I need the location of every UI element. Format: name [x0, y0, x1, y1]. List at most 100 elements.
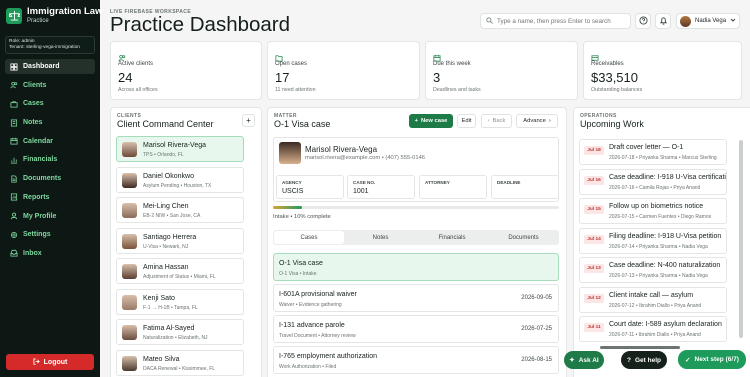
- tab-financials[interactable]: Financials: [417, 231, 487, 244]
- case-row[interactable]: I-131 advance parole Travel Document • At…: [273, 315, 559, 343]
- grid-icon: [10, 62, 18, 71]
- client-list-item[interactable]: Daniel Okonkwo Asylum Pending • Houston, …: [116, 166, 244, 193]
- edit-button[interactable]: Edit: [457, 114, 476, 128]
- task-item[interactable]: Jul 16 Case deadline: I-918 U-Visa certif…: [579, 168, 727, 195]
- tab-documents[interactable]: Documents: [489, 231, 559, 244]
- case-name: O-1 Visa case: [279, 260, 323, 267]
- logout-label: Logout: [43, 358, 68, 366]
- horizontal-scrollbar[interactable]: [600, 346, 680, 349]
- client-detail: Naturalization • Elizabeth, NJ: [143, 335, 208, 341]
- case-date: 2026-08-15: [521, 357, 552, 363]
- sidebar-item-reports[interactable]: Reports: [5, 190, 95, 205]
- check-icon: ✓: [685, 356, 691, 364]
- next-step-button[interactable]: ✓ Next step (6/7): [678, 350, 746, 369]
- case-row[interactable]: I-601A provisional waiver Waiver • Eviden…: [273, 284, 559, 312]
- task-date-badge: Jul 16: [584, 175, 604, 185]
- sidebar-item-clients[interactable]: Clients: [5, 78, 95, 93]
- client-name: Daniel Okonkwo: [143, 172, 194, 180]
- task-date-badge: Jul 11: [584, 323, 604, 332]
- field-label: AGENCY: [282, 180, 302, 185]
- sidebar-item-cases[interactable]: Cases: [5, 96, 95, 111]
- scrollbar[interactable]: [739, 140, 743, 338]
- task-name: Case deadline: I-918 U-Visa certificatio…: [609, 173, 727, 181]
- sidebar-item-calendar[interactable]: Calendar: [5, 134, 95, 149]
- client-detail: F-1 → H-1B • Tampa, FL: [143, 304, 198, 311]
- client-detail: Asylum Pending • Houston, TX: [143, 182, 212, 189]
- sidebar-item-label: Documents: [23, 175, 62, 183]
- client-name: Marisol Rivera-Vega: [305, 145, 378, 154]
- add-client-button[interactable]: +: [242, 114, 255, 127]
- stat-value: 3: [433, 70, 441, 85]
- client-detail: Adjustment of Status • Miami, FL: [143, 274, 216, 280]
- task-name: Follow up on biometrics notice: [609, 203, 704, 210]
- case-detail: Travel Document • Attorney review: [279, 333, 356, 339]
- case-row[interactable]: O-1 Visa case O-1 Visa • Intake: [273, 253, 559, 281]
- notifications-button[interactable]: [655, 13, 671, 29]
- role-box: Role: admin Tenant: sterling-vega-immigr…: [5, 36, 95, 54]
- sidebar-item-label: Clients: [23, 81, 47, 89]
- client-list-item[interactable]: Amina Hassan Adjustment of Status • Miami…: [116, 258, 244, 284]
- get-help-label: Get help: [634, 356, 661, 364]
- new-case-button[interactable]: + New case: [409, 114, 453, 128]
- sidebar-item-inbox[interactable]: Inbox: [5, 246, 95, 261]
- task-item[interactable]: Jul 14 Filing deadline: I-918 U-Visa peti…: [579, 227, 727, 254]
- search-input[interactable]: [497, 17, 630, 25]
- client-detail: U-Visa • Newark, NJ: [143, 243, 189, 250]
- tab-notes[interactable]: Notes: [346, 231, 416, 244]
- task-item[interactable]: Jul 12 Client intake call — asylum 2026-07…: [579, 286, 727, 313]
- sidebar-item-notes[interactable]: Notes: [5, 115, 95, 130]
- sidebar-item-dashboard[interactable]: Dashboard: [5, 59, 95, 74]
- sidebar-item-settings[interactable]: Settings: [5, 227, 95, 242]
- chart-icon: [10, 156, 18, 164]
- avatar: [680, 15, 691, 27]
- client-list-item[interactable]: Mateo Silva DACA Renewal • Kissimmee, FL: [116, 349, 244, 376]
- report-icon: [10, 193, 18, 201]
- sidebar-item-label: Dashboard: [23, 63, 60, 70]
- sidebar-item-label: Calendar: [23, 137, 53, 145]
- stat-value: 17: [275, 70, 290, 85]
- case-row[interactable]: I-765 employment authorization Work Autho…: [273, 346, 559, 374]
- case-detail: Waiver • Evidence gathering: [279, 302, 342, 308]
- sidebar-item-documents[interactable]: Documents: [5, 171, 95, 186]
- client-detail: DACA Renewal • Kissimmee, FL: [143, 365, 216, 372]
- field-value: 1001: [353, 188, 369, 195]
- help-button[interactable]: [635, 13, 651, 29]
- stat-card-active-clients: Active clients 24 Across all offices: [110, 41, 262, 100]
- search-box[interactable]: [480, 13, 631, 29]
- chevron-down-icon: [730, 17, 736, 25]
- user-menu[interactable]: Nadia Vega: [676, 13, 740, 29]
- task-item[interactable]: Jul 11 Court date: I-589 asylum declarati…: [579, 316, 727, 342]
- field-label: ATTORNEY: [425, 180, 450, 185]
- task-item[interactable]: Jul 15 Follow up on biometrics notice 2026…: [579, 198, 727, 224]
- back-button[interactable]: ‹ Back: [481, 114, 512, 128]
- client-list-item[interactable]: Marisol Rivera-Vega TPS • Orlando, FL: [116, 136, 244, 162]
- plus-icon: +: [246, 116, 251, 125]
- task-detail: 2026-07-14 • Priyanka Sharma • Nadia Veg…: [609, 243, 708, 250]
- logout-button[interactable]: Logout: [6, 354, 94, 370]
- client-list-item[interactable]: Mei-Ling Chen EB-2 NIW • San Jose, CA: [116, 197, 244, 223]
- tab-cases[interactable]: Cases: [274, 231, 344, 244]
- client-list-item[interactable]: Santiago Herrera U-Visa • Newark, NJ: [116, 227, 244, 254]
- scales-icon: [6, 7, 22, 24]
- stat-subtext: Deadlines and tasks: [433, 87, 481, 93]
- client-list-item[interactable]: Kenji Sato F-1 → H-1B • Tampa, FL: [116, 288, 244, 315]
- sidebar-item-financials[interactable]: Financials: [5, 152, 95, 167]
- stat-label: Due this week: [433, 61, 471, 67]
- task-item[interactable]: Jul 13 Case deadline: N-400 naturalizatio…: [579, 257, 727, 283]
- client-detail: TPS • Orlando, FL: [143, 152, 184, 158]
- get-help-button[interactable]: ? Get help: [621, 351, 667, 369]
- client-detail: EB-2 NIW • San Jose, CA: [143, 213, 201, 219]
- matter-tabs: Cases Notes Financials Documents: [273, 230, 559, 245]
- stat-value: $33,510: [591, 70, 638, 85]
- client-contact: marisol.rivera@example.com • (407) 555-0…: [305, 155, 426, 161]
- task-item[interactable]: Jul 18 Draft cover letter — O-1 2026-07-18…: [579, 139, 727, 165]
- users-icon: [10, 81, 18, 89]
- task-date-badge: Jul 15: [584, 205, 604, 214]
- ask-ai-button[interactable]: ✦ Ask AI: [564, 351, 604, 369]
- logout-icon: [33, 357, 40, 367]
- advance-button[interactable]: Advance ›: [516, 114, 558, 128]
- task-name: Filing deadline: I-918 U-Visa petition: [609, 232, 722, 240]
- sidebar-item-my-profile[interactable]: My Profile: [5, 209, 95, 224]
- client-list-item[interactable]: Fatima Al-Sayed Naturalization • Elizabet…: [116, 319, 244, 345]
- user-name: Nadia Vega: [695, 18, 727, 24]
